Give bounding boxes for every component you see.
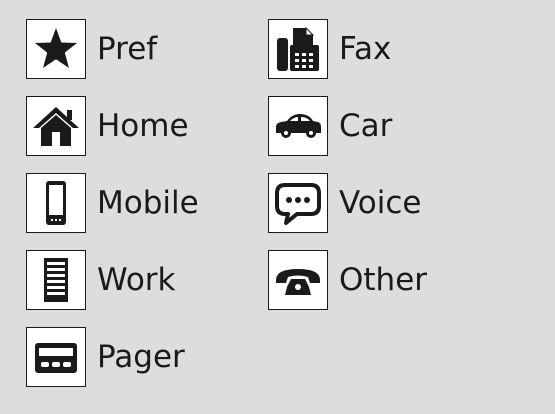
phone-type-mobile[interactable]: Mobile bbox=[26, 173, 199, 233]
phone-type-label: Work bbox=[97, 261, 176, 298]
pager-icon bbox=[26, 327, 86, 387]
house-icon bbox=[26, 96, 86, 156]
fax-machine-icon bbox=[268, 19, 328, 79]
phone-type-label: Car bbox=[339, 107, 393, 144]
star-icon bbox=[26, 19, 86, 79]
phone-type-label: Pager bbox=[97, 338, 185, 375]
phone-type-pref[interactable]: Pref bbox=[26, 19, 199, 79]
car-icon bbox=[268, 96, 328, 156]
phone-type-car[interactable]: Car bbox=[268, 96, 427, 156]
phone-type-label: Home bbox=[97, 107, 189, 144]
telephone-handset-icon bbox=[268, 250, 328, 310]
phone-type-column-right: Fax Car Voice Other bbox=[268, 19, 427, 327]
phone-type-label: Other bbox=[339, 261, 428, 298]
phone-type-fax[interactable]: Fax bbox=[268, 19, 427, 79]
mobile-phone-icon bbox=[26, 173, 86, 233]
speech-bubble-icon bbox=[268, 173, 328, 233]
phone-type-label: Voice bbox=[339, 184, 422, 221]
phone-type-voice[interactable]: Voice bbox=[268, 173, 427, 233]
phone-type-label: Mobile bbox=[97, 184, 199, 221]
phone-type-column-left: Pref Home Mobile Work Pager bbox=[26, 19, 199, 404]
phone-type-label: Fax bbox=[339, 30, 392, 67]
office-building-icon bbox=[26, 250, 86, 310]
phone-type-pager[interactable]: Pager bbox=[26, 327, 199, 387]
phone-type-other[interactable]: Other bbox=[268, 250, 427, 310]
phone-type-home[interactable]: Home bbox=[26, 96, 199, 156]
phone-type-work[interactable]: Work bbox=[26, 250, 199, 310]
phone-type-label: Pref bbox=[97, 30, 158, 67]
